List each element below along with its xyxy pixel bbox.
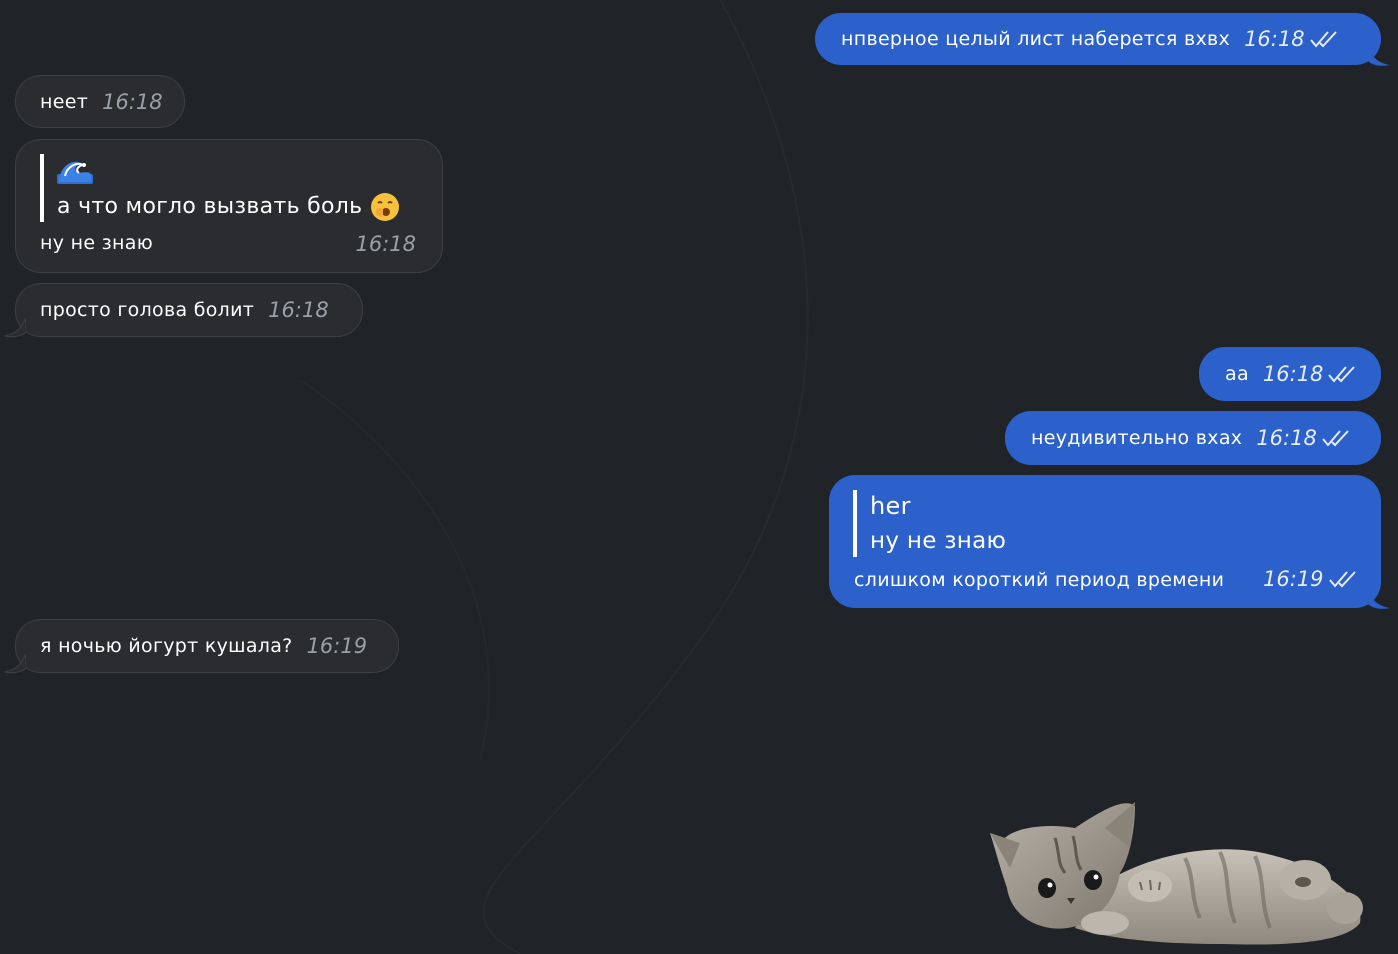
message-time: 16:18 bbox=[268, 298, 329, 322]
message-time: 16:19 bbox=[306, 634, 368, 658]
message-incoming-1[interactable]: неет 16:18 bbox=[15, 75, 185, 128]
message-time: 16:18 bbox=[1256, 426, 1317, 450]
bubble-tail bbox=[1368, 590, 1390, 609]
message-incoming-2[interactable]: просто голова болит 16:18 bbox=[15, 283, 363, 337]
bubble-tail bbox=[1368, 47, 1390, 66]
reply-author: her bbox=[870, 492, 911, 520]
message-text: неет bbox=[40, 90, 89, 113]
message-time: 16:18 bbox=[1262, 362, 1324, 386]
reply-quote[interactable]: а что могло вызвать боль bbox=[40, 154, 399, 222]
bubble-tail bbox=[4, 318, 26, 338]
double-check-icon bbox=[1328, 366, 1356, 383]
message-time: 16:19 bbox=[1263, 567, 1324, 591]
message-text: нпверное целый лист наберется вхвх bbox=[841, 28, 1231, 50]
message-time: 16:18 bbox=[355, 232, 416, 256]
message-text: ну не знаю bbox=[40, 232, 154, 254]
message-text: неудивительно вхах bbox=[1031, 427, 1243, 449]
message-incoming-reply[interactable]: а что могло вызвать боль ну не знаю 16:1… bbox=[15, 139, 443, 273]
kitten-sticker[interactable] bbox=[985, 798, 1375, 948]
yawning-face-emoji bbox=[370, 193, 399, 221]
wave-emoji bbox=[57, 156, 93, 191]
reply-text: а что могло вызвать боль bbox=[57, 194, 363, 219]
message-outgoing-3[interactable]: неудивительно вхах 16:18 bbox=[1005, 411, 1381, 465]
message-time: 16:18 bbox=[1244, 27, 1305, 51]
message-outgoing-1[interactable]: нпверное целый лист наберется вхвх 16:18 bbox=[815, 13, 1381, 65]
message-text: аа bbox=[1225, 363, 1249, 385]
message-outgoing-reply[interactable]: her ну не знаю слишком короткий период в… bbox=[829, 475, 1381, 608]
message-outgoing-2[interactable]: аа 16:18 bbox=[1199, 347, 1381, 401]
double-check-icon bbox=[1328, 571, 1356, 588]
message-text: слишком короткий период времени bbox=[854, 569, 1225, 591]
bubble-tail bbox=[4, 654, 26, 674]
double-check-icon bbox=[1309, 31, 1337, 48]
reply-text: ну не знаю bbox=[870, 528, 1007, 554]
reply-quote[interactable]: her ну не знаю bbox=[853, 490, 1006, 557]
message-time: 16:18 bbox=[102, 89, 163, 114]
double-check-icon bbox=[1322, 430, 1349, 447]
message-text: я ночью йогурт кушала? bbox=[40, 635, 293, 657]
message-incoming-3[interactable]: я ночью йогурт кушала? 16:19 bbox=[15, 619, 399, 673]
chat-history: нпверное целый лист наберется вхвх 16:18… bbox=[0, 0, 1398, 954]
message-text: просто голова болит bbox=[40, 299, 255, 321]
